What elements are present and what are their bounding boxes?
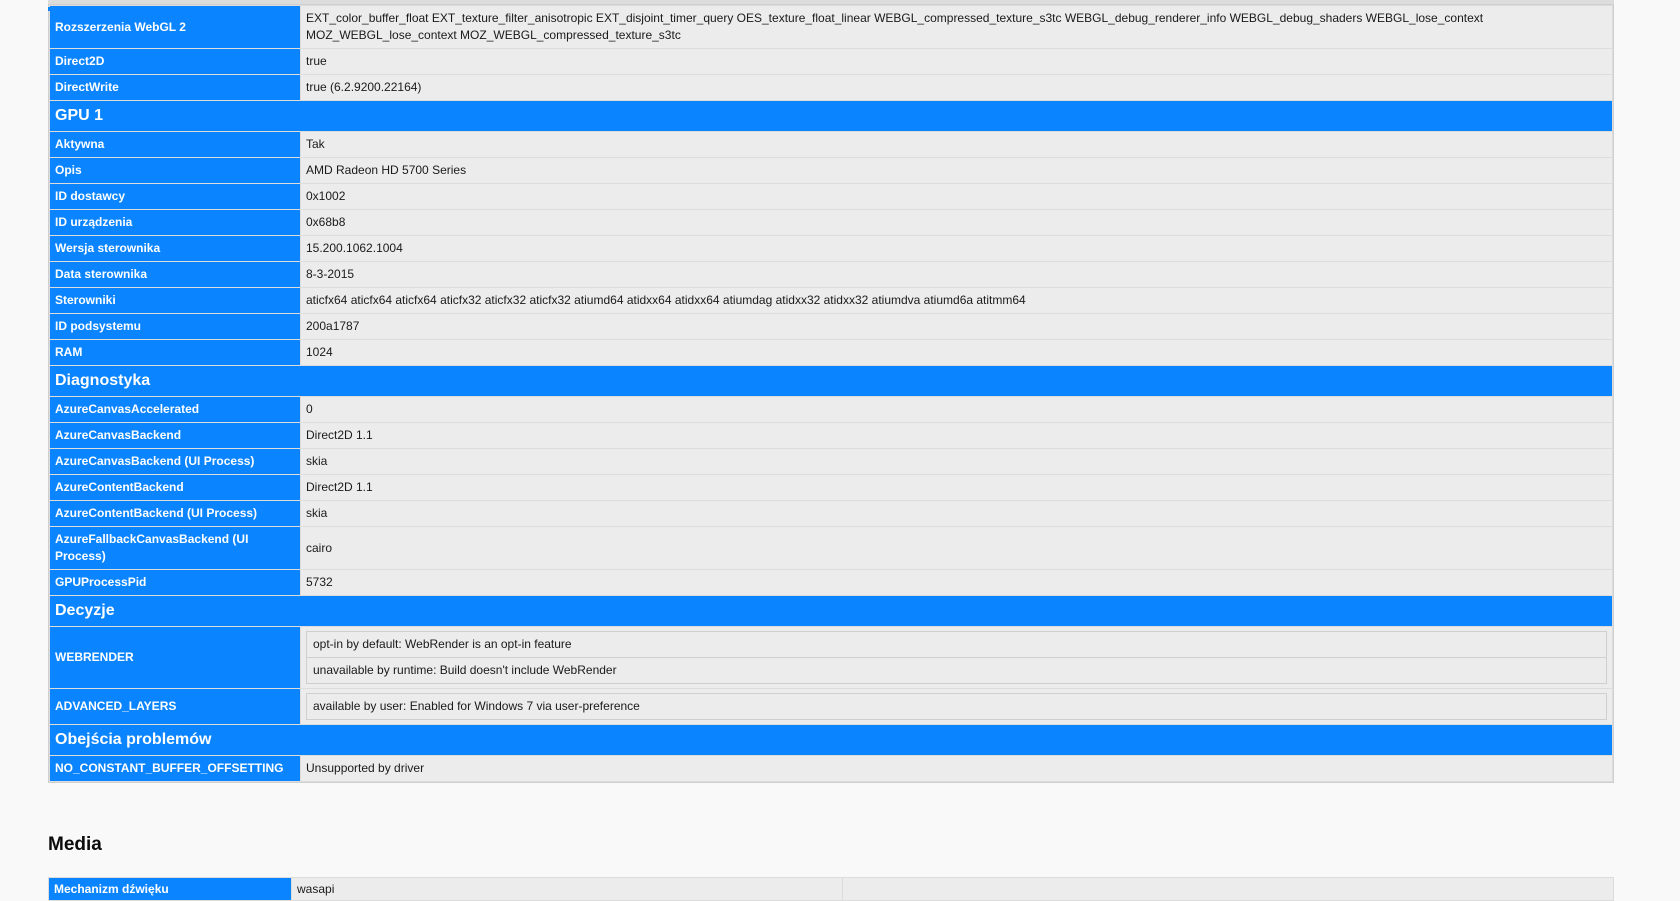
- row-value: 0x68b8: [301, 210, 1612, 235]
- row-label: Rozszerzenia WebGL 2: [50, 6, 300, 48]
- row-value: EXT_color_buffer_float EXT_texture_filte…: [301, 6, 1612, 48]
- row-value: cairo: [301, 527, 1612, 569]
- table-row: ADVANCED_LAYERS available by user: Enabl…: [50, 689, 1612, 724]
- row-label: Sterowniki: [50, 288, 300, 313]
- table-row: AzureContentBackend (UI Process) skia: [50, 501, 1612, 526]
- table-row: Opis AMD Radeon HD 5700 Series: [50, 158, 1612, 183]
- table-row: ID podsystemu 200a1787: [50, 314, 1612, 339]
- row-label: AzureCanvasBackend: [50, 423, 300, 448]
- row-value: 8-3-2015: [301, 262, 1612, 287]
- row-value: skia: [301, 501, 1612, 526]
- row-label: Wersja sterownika: [50, 236, 300, 261]
- decision-item: opt-in by default: WebRender is an opt-i…: [306, 631, 1607, 658]
- table-row: AzureContentBackend Direct2D 1.1: [50, 475, 1612, 500]
- decision-item: available by user: Enabled for Windows 7…: [306, 693, 1607, 720]
- row-label: AzureFallbackCanvasBackend (UI Process): [50, 527, 300, 569]
- row-label: AzureContentBackend: [50, 475, 300, 500]
- row-label: NO_CONSTANT_BUFFER_OFFSETTING: [50, 756, 300, 781]
- row-value: 200a1787: [301, 314, 1612, 339]
- row-value: Unsupported by driver: [301, 756, 1612, 781]
- decision-list: available by user: Enabled for Windows 7…: [301, 689, 1612, 724]
- graphics-info-panel: Rozszerzenia WebGL 2 EXT_color_buffer_fl…: [48, 0, 1614, 783]
- row-value: 0x1002: [301, 184, 1612, 209]
- row-label: ID podsystemu: [50, 314, 300, 339]
- row-label: RAM: [50, 340, 300, 365]
- table-row: AzureFallbackCanvasBackend (UI Process) c…: [50, 527, 1612, 569]
- row-label: WEBRENDER: [50, 627, 300, 688]
- section-header-workarounds: Obejścia problemów: [50, 725, 1612, 755]
- row-value: true (6.2.9200.22164): [301, 75, 1612, 100]
- row-label: ID dostawcy: [50, 184, 300, 209]
- row-value: Direct2D 1.1: [301, 423, 1612, 448]
- row-label: GPUProcessPid: [50, 570, 300, 595]
- row-label: Aktywna: [50, 132, 300, 157]
- row-value: aticfx64 aticfx64 aticfx64 aticfx32 atic…: [301, 288, 1612, 313]
- table-row: NO_CONSTANT_BUFFER_OFFSETTING Unsupporte…: [50, 756, 1612, 781]
- row-value: AMD Radeon HD 5700 Series: [301, 158, 1612, 183]
- table-row: WEBRENDER opt-in by default: WebRender i…: [50, 627, 1612, 688]
- table-row: AzureCanvasAccelerated 0: [50, 397, 1612, 422]
- row-label: AzureCanvasAccelerated: [50, 397, 300, 422]
- media-heading: Media: [48, 834, 102, 855]
- table-row: DirectWrite true (6.2.9200.22164): [50, 75, 1612, 100]
- row-value: true: [301, 49, 1612, 74]
- decision-item: unavailable by runtime: Build doesn't in…: [306, 658, 1607, 684]
- table-row: AzureCanvasBackend Direct2D 1.1: [50, 423, 1612, 448]
- row-label: Direct2D: [50, 49, 300, 74]
- row-value: 0: [301, 397, 1612, 422]
- row-label: AzureCanvasBackend (UI Process): [50, 449, 300, 474]
- table-row: ID dostawcy 0x1002: [50, 184, 1612, 209]
- row-value: Tak: [301, 132, 1612, 157]
- row-value: 1024: [301, 340, 1612, 365]
- graphics-table: Rozszerzenia WebGL 2 EXT_color_buffer_fl…: [48, 4, 1614, 783]
- row-label: ADVANCED_LAYERS: [50, 689, 300, 724]
- section-header-gpu1: GPU 1: [50, 101, 1612, 131]
- section-title: GPU 1: [50, 101, 1612, 131]
- row-value: Direct2D 1.1: [301, 475, 1612, 500]
- decision-list: opt-in by default: WebRender is an opt-i…: [301, 627, 1612, 688]
- row-label: DirectWrite: [50, 75, 300, 100]
- table-row: RAM 1024: [50, 340, 1612, 365]
- row-label: AzureContentBackend (UI Process): [50, 501, 300, 526]
- table-row: Wersja sterownika 15.200.1062.1004: [50, 236, 1612, 261]
- row-label: Data sterownika: [50, 262, 300, 287]
- section-title: Decyzje: [50, 596, 1612, 626]
- section-title: Obejścia problemów: [50, 725, 1612, 755]
- row-value: 15.200.1062.1004: [301, 236, 1612, 261]
- table-row: Sterowniki aticfx64 aticfx64 aticfx64 ati…: [50, 288, 1612, 313]
- row-value: 5732: [301, 570, 1612, 595]
- table-row: GPUProcessPid 5732: [50, 570, 1612, 595]
- table-row: Data sterownika 8-3-2015: [50, 262, 1612, 287]
- section-header-decisions: Decyzje: [50, 596, 1612, 626]
- table-row: Aktywna Tak: [50, 132, 1612, 157]
- media-table: Mechanizm dźwięku wasapi: [48, 877, 1614, 901]
- section-header-diagnostics: Diagnostyka: [50, 366, 1612, 396]
- table-row: ID urządzenia 0x68b8: [50, 210, 1612, 235]
- table-row: AzureCanvasBackend (UI Process) skia: [50, 449, 1612, 474]
- table-row: Rozszerzenia WebGL 2 EXT_color_buffer_fl…: [50, 6, 1612, 48]
- row-label: ID urządzenia: [50, 210, 300, 235]
- section-title: Diagnostyka: [50, 366, 1612, 396]
- row-label: Opis: [50, 158, 300, 183]
- table-row: Direct2D true: [50, 49, 1612, 74]
- row-value: skia: [301, 449, 1612, 474]
